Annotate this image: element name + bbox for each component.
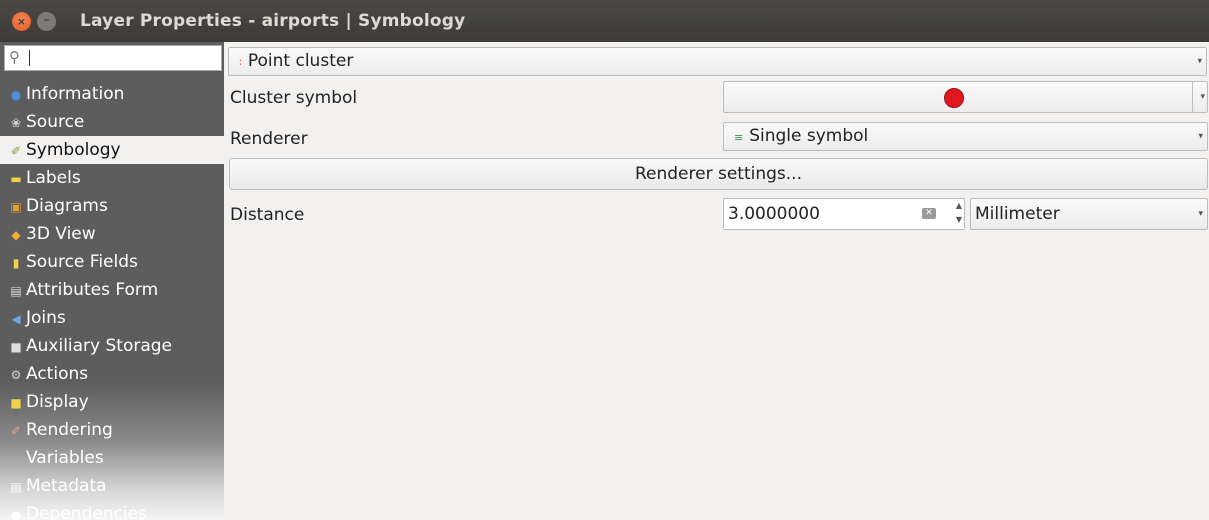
sidebar-item-label: Diagrams [26, 196, 108, 216]
sidebar-item-rendering[interactable]: ✐ Rendering [0, 416, 224, 444]
sidebar-item-dependencies[interactable]: ● Dependencies [0, 500, 224, 520]
dependencies-icon: ● [10, 508, 22, 520]
renderer-label: Renderer [230, 129, 308, 149]
minimize-window-button[interactable]: − [37, 12, 56, 31]
distance-label: Distance [230, 205, 305, 225]
sidebar-item-label: Joins [26, 308, 66, 328]
auxiliary-storage-icon: ■ [10, 340, 22, 354]
minimize-icon: − [42, 16, 51, 26]
sidebar-item-joins[interactable]: ◀ Joins [0, 304, 224, 332]
single-symbol-icon: ≡ [734, 131, 744, 144]
renderer-value: Single symbol [749, 126, 869, 146]
labels-icon: ▬ [10, 172, 22, 186]
clear-icon[interactable]: ✕ [922, 208, 936, 219]
sidebar-item-label: Rendering [26, 420, 113, 440]
sidebar-item-label: Variables [26, 448, 104, 468]
rendering-icon: ✐ [10, 424, 22, 438]
sidebar-item-label: Source Fields [26, 252, 138, 272]
attributes-form-icon: ▤ [10, 284, 22, 298]
sidebar-item-information[interactable]: ● Information [0, 80, 224, 108]
chevron-down-icon: ▾ [1200, 92, 1205, 102]
sidebar-item-symbology[interactable]: ✐ Symbology [0, 136, 224, 164]
sidebar-item-metadata[interactable]: ▤ Metadata [0, 472, 224, 500]
sidebar-item-label: Metadata [26, 476, 107, 496]
sidebar-item-variables[interactable]: Variables [0, 444, 224, 472]
distance-unit-select[interactable]: Millimeter ▾ [970, 198, 1208, 230]
sidebar-nav-list: ● Information ❀ Source ✐ Symbology ▬ Labels … [0, 80, 224, 520]
cluster-symbol-label: Cluster symbol [230, 88, 358, 108]
sidebar-item-diagrams[interactable]: ▣ Diagrams [0, 192, 224, 220]
sidebar-item-labels[interactable]: ▬ Labels [0, 164, 224, 192]
sidebar-item-display[interactable]: ■ Display [0, 388, 224, 416]
sidebar-item-label: Actions [26, 364, 89, 384]
sidebar-item-label: Dependencies [26, 504, 147, 520]
chevron-down-icon: ▾ [1198, 209, 1203, 219]
sidebar-item-label: Display [26, 392, 89, 412]
sidebar-search-input[interactable]: ⚲ [4, 45, 222, 71]
sidebar-item-label: Information [26, 84, 125, 104]
sidebar-item-label: Attributes Form [26, 280, 159, 300]
distance-value: 3.0000000 [728, 204, 820, 224]
renderer-type-value: Point cluster [247, 51, 354, 71]
spin-up-icon[interactable]: ▲ [956, 200, 962, 212]
text-cursor [29, 50, 30, 66]
cluster-symbol-preview [944, 88, 964, 108]
source-icon: ❀ [10, 116, 22, 130]
chevron-down-icon: ▾ [1198, 131, 1203, 141]
sidebar: ⚲ ● Information ❀ Source ✐ Symbology ▬ Label… [0, 42, 224, 520]
title-bar: × − Layer Properties - airports | Symbol… [0, 0, 1209, 42]
sidebar-item-source[interactable]: ❀ Source [0, 108, 224, 136]
info-icon: ● [10, 88, 22, 102]
distance-unit-value: Millimeter [975, 204, 1060, 224]
diagrams-icon: ▣ [10, 200, 22, 214]
cluster-symbol-button[interactable]: ▾ [723, 81, 1208, 113]
close-window-button[interactable]: × [12, 12, 31, 31]
sidebar-item-actions[interactable]: ⚙ Actions [0, 360, 224, 388]
metadata-icon: ▤ [10, 480, 22, 494]
display-icon: ■ [10, 396, 22, 410]
sidebar-item-label: Source [26, 112, 85, 132]
sidebar-item-label: Symbology [26, 140, 121, 160]
point-cluster-icon: ∶ [239, 56, 242, 69]
renderer-type-select[interactable]: ∶ Point cluster ▾ [228, 47, 1207, 76]
source-fields-icon: ▮ [12, 256, 20, 270]
renderer-settings-label: Renderer settings... [634, 164, 802, 184]
3d-view-icon: ◆ [11, 228, 21, 242]
sidebar-item-attributes-form[interactable]: ▤ Attributes Form [0, 276, 224, 304]
sidebar-item-label: 3D View [26, 224, 96, 244]
sidebar-item-label: Auxiliary Storage [26, 336, 173, 356]
distance-input[interactable]: 3.0000000 ✕ ▲ ▼ [723, 198, 965, 230]
search-icon: ⚲ [9, 48, 20, 66]
sidebar-item-3d-view[interactable]: ◆ 3D View [0, 220, 224, 248]
actions-icon: ⚙ [10, 368, 22, 382]
sidebar-item-label: Labels [26, 168, 81, 188]
renderer-select[interactable]: ≡ Single symbol ▾ [723, 122, 1208, 151]
spin-down-icon[interactable]: ▼ [956, 214, 962, 226]
joins-icon: ◀ [11, 312, 21, 326]
chevron-down-icon: ▾ [1197, 56, 1202, 66]
renderer-settings-button[interactable]: Renderer settings... [229, 158, 1208, 190]
close-icon: × [16, 15, 27, 28]
symbology-icon: ✐ [10, 144, 22, 158]
symbology-panel: ∶ Point cluster ▾ Cluster symbol ▾ Render… [228, 42, 1209, 520]
sidebar-item-auxiliary-storage[interactable]: ■ Auxiliary Storage [0, 332, 224, 360]
window-title: Layer Properties - airports | Symbology [80, 11, 466, 31]
sidebar-item-source-fields[interactable]: ▮ Source Fields [0, 248, 224, 276]
